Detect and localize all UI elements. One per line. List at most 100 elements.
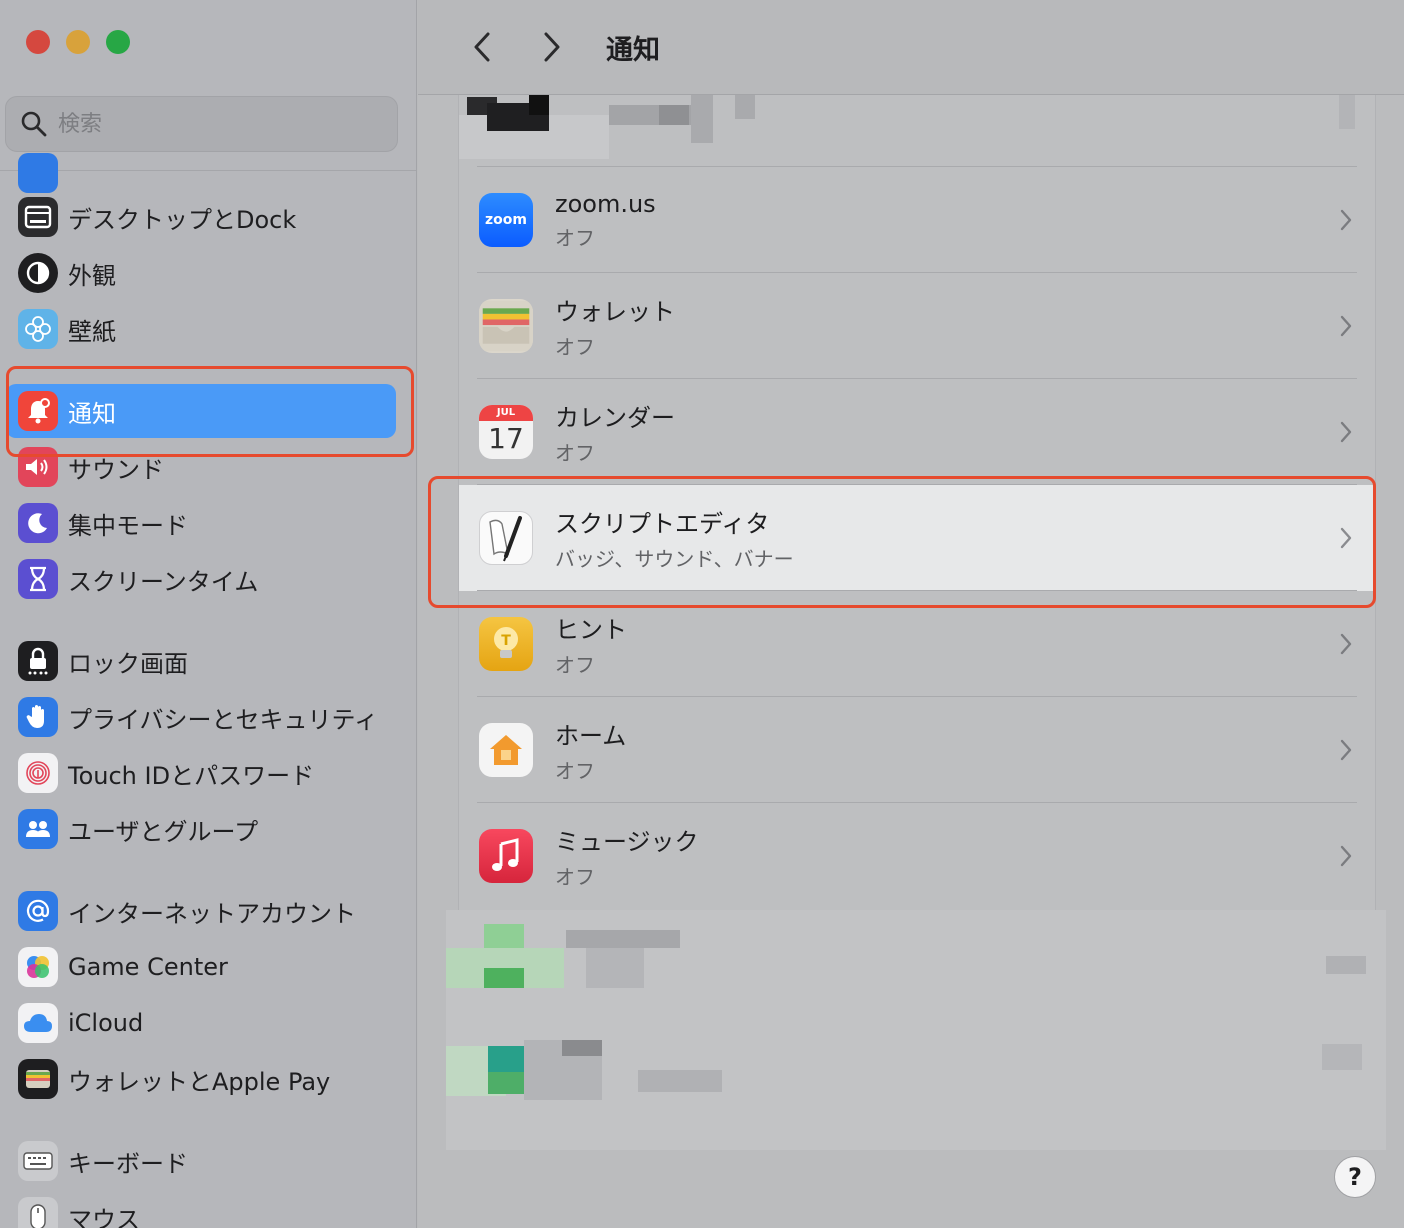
speaker-icon: [18, 447, 58, 487]
back-button[interactable]: [462, 27, 502, 67]
wallet-icon: [18, 1059, 58, 1099]
sidebar-item-icloud[interactable]: iCloud: [6, 996, 396, 1050]
fingerprint-icon: [18, 753, 58, 793]
sidebar-item-label: サウンド: [68, 455, 164, 484]
wallet-app-icon: [479, 299, 533, 353]
sidebar-item-touch-id[interactable]: Touch IDとパスワード: [6, 746, 396, 800]
redacted-block: [487, 115, 549, 131]
app-row-script-editor[interactable]: スクリプトエディタ バッジ、サウンド、バナー: [459, 485, 1375, 591]
close-window-button[interactable]: [26, 30, 50, 54]
sidebar-item-label: マウス: [68, 1205, 140, 1228]
chevron-right-icon: [1340, 315, 1352, 337]
wallpaper-icon: [18, 309, 58, 349]
sidebar-item-appearance[interactable]: 外観: [6, 246, 396, 300]
chevron-right-icon: [1340, 739, 1352, 761]
sidebar-item-label: iCloud: [68, 1009, 144, 1037]
lock-icon: [18, 641, 58, 681]
calendar-month: JUL: [479, 405, 533, 421]
dock-icon: [18, 197, 58, 237]
mouse-icon: [18, 1197, 58, 1228]
minimize-window-button[interactable]: [66, 30, 90, 54]
app-name: ウォレット: [555, 298, 675, 326]
app-status: オフ: [555, 865, 595, 889]
sidebar-item-label: Touch IDとパスワード: [68, 761, 315, 790]
sidebar-item-sound[interactable]: サウンド: [6, 440, 396, 494]
sidebar: デスクトップとDock 外観 壁紙 通知 サウンド 集中モード: [0, 0, 417, 1228]
app-row-music[interactable]: ミュージック オフ: [459, 803, 1375, 909]
sidebar-item-mouse[interactable]: マウス: [6, 1190, 396, 1228]
zoom-icon-text: zoom: [485, 212, 527, 228]
window-controls: [26, 30, 130, 54]
home-icon: [479, 723, 533, 777]
chevron-left-icon: [474, 32, 490, 62]
app-status: オフ: [555, 653, 595, 677]
sidebar-item-label: 集中モード: [68, 511, 188, 540]
zoom-window-button[interactable]: [106, 30, 130, 54]
forward-button[interactable]: [532, 27, 572, 67]
moon-icon: [18, 503, 58, 543]
redacted-block: [1339, 95, 1355, 129]
app-name: ホーム: [555, 722, 627, 750]
sidebar-item-label: ユーザとグループ: [68, 817, 259, 846]
redacted-block: [488, 1046, 524, 1072]
sidebar-item-label: Game Center: [68, 953, 228, 981]
app-name: スクリプトエディタ: [555, 510, 770, 538]
chevron-right-icon: [1340, 845, 1352, 867]
at-icon: [18, 891, 58, 931]
redacted-block: [659, 105, 689, 125]
redacted-block: [488, 1072, 524, 1094]
app-name: カレンダー: [555, 404, 675, 432]
sidebar-item-label: 通知: [68, 399, 116, 428]
sidebar-item-label: キーボード: [68, 1149, 188, 1178]
sidebar-item-focus[interactable]: 集中モード: [6, 496, 396, 550]
notification-bell-icon: [18, 391, 58, 431]
app-status: バッジ、サウンド、バナー: [555, 547, 794, 571]
sidebar-item-notifications[interactable]: 通知: [6, 384, 396, 438]
sidebar-item-wallpaper[interactable]: 壁紙: [6, 302, 396, 356]
icloud-icon: [18, 1003, 58, 1043]
main-content: 通知 zoom zoom.us オフ ウォレット オフ JUL 17 カレンダー…: [418, 0, 1404, 1228]
sidebar-item-label: 外観: [68, 261, 116, 290]
redacted-block: [691, 95, 713, 143]
sidebar-item-users-groups[interactable]: ユーザとグループ: [6, 802, 396, 856]
app-name: zoom.us: [555, 189, 656, 218]
redacted-block: [638, 1070, 722, 1092]
sidebar-item-label: ウォレットとApple Pay: [68, 1067, 331, 1096]
app-row-wallet[interactable]: ウォレット オフ: [459, 273, 1375, 379]
sidebar-item-label: プライバシーとセキュリティ: [68, 705, 379, 734]
sidebar-item-label: 壁紙: [68, 317, 116, 346]
redacted-block: [484, 968, 524, 988]
sidebar-item-desktop-dock[interactable]: デスクトップとDock: [6, 190, 396, 244]
sidebar-item-game-center[interactable]: Game Center: [6, 940, 396, 994]
redacted-block: [566, 930, 680, 948]
sidebar-item-keyboard[interactable]: キーボード: [6, 1134, 396, 1188]
music-icon: [479, 829, 533, 883]
redacted-block: [484, 924, 524, 948]
app-name: ミュージック: [555, 828, 699, 856]
search-field[interactable]: [5, 96, 398, 152]
chevron-right-icon: [1340, 633, 1352, 655]
control-center-icon: [18, 153, 58, 193]
sidebar-item-label: インターネットアカウント: [68, 899, 356, 928]
sidebar-item-label: デスクトップとDock: [68, 205, 297, 234]
search-icon: [20, 110, 48, 138]
sidebar-item-lock-screen[interactable]: ロック画面: [6, 634, 396, 688]
app-row-calendar[interactable]: JUL 17 カレンダー オフ: [459, 379, 1375, 485]
search-input[interactable]: [58, 111, 358, 137]
sidebar-item-privacy[interactable]: プライバシーとセキュリティ: [6, 690, 396, 744]
redacted-block: [586, 948, 644, 988]
app-row-tips[interactable]: T ヒント オフ: [459, 591, 1375, 697]
calendar-day: 17: [488, 422, 524, 455]
sidebar-item-internet-accounts[interactable]: インターネットアカウント: [6, 884, 396, 938]
app-status: オフ: [555, 759, 595, 783]
app-row-zoom[interactable]: zoom zoom.us オフ: [459, 167, 1375, 273]
hourglass-icon: [18, 559, 58, 599]
sidebar-item-wallet-apple-pay[interactable]: ウォレットとApple Pay: [6, 1052, 396, 1106]
sidebar-item-label: スクリーンタイム: [68, 567, 259, 596]
svg-text:T: T: [501, 633, 511, 649]
app-list-panel: zoom zoom.us オフ ウォレット オフ JUL 17 カレンダー オフ…: [458, 95, 1376, 910]
sidebar-item-screen-time[interactable]: スクリーンタイム: [6, 552, 396, 606]
help-button[interactable]: ?: [1334, 1156, 1376, 1198]
app-status: オフ: [555, 225, 595, 250]
app-row-home[interactable]: ホーム オフ: [459, 697, 1375, 803]
